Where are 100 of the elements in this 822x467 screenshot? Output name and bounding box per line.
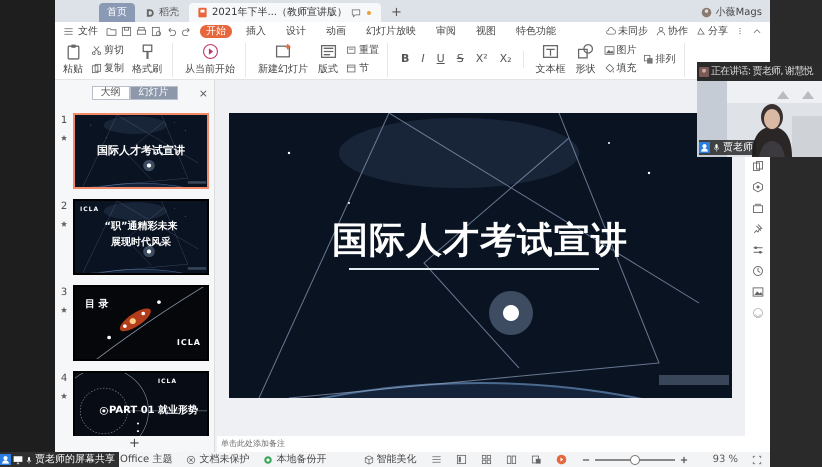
hexagon-icon[interactable] — [752, 181, 764, 193]
pin-icon[interactable] — [752, 223, 764, 235]
d-logo-icon — [145, 8, 155, 18]
slide-title: PART 01 就业形势 — [109, 404, 198, 418]
slide-number: 4 — [60, 372, 68, 386]
new-tab-button[interactable]: + — [383, 3, 410, 22]
stack-icon[interactable] — [752, 202, 764, 214]
menu-tab[interactable]: 审阅 — [430, 24, 462, 38]
speaking-indicator: 正在讲话: 贾老师, 谢慧悦 — [711, 64, 813, 79]
play-icon — [202, 42, 218, 60]
ribbon-button[interactable]: 形状 — [574, 42, 598, 76]
grid-view-icon[interactable] — [480, 454, 492, 465]
menu-tab[interactable]: 幻灯片放映 — [360, 24, 422, 38]
play-icon[interactable] — [556, 454, 567, 465]
menu-tab[interactable]: 视图 — [470, 24, 502, 38]
format-button[interactable]: B — [398, 51, 412, 68]
panel-tab[interactable]: 大纲 — [92, 86, 130, 100]
book-icon[interactable] — [506, 454, 517, 465]
image-icon[interactable] — [752, 286, 764, 298]
format-button[interactable]: X² — [472, 51, 491, 68]
toolbar-action[interactable]: 未同步 — [606, 24, 648, 38]
list-view-icon[interactable] — [430, 454, 442, 465]
slide-thumbnail[interactable]: 目 录 ICLA — [73, 285, 209, 361]
slide-title: 国际人才考试宣讲 — [332, 221, 628, 261]
reset-icon — [346, 45, 357, 56]
unsaved-dot-icon — [365, 8, 373, 16]
clipboard-icon — [64, 42, 82, 60]
status-item[interactable]: 文档未保护 — [186, 452, 250, 467]
presentation-file-icon — [197, 7, 208, 18]
menu-tab[interactable]: 插入 — [240, 24, 272, 38]
comment-icon — [351, 8, 361, 18]
copy-icon[interactable] — [752, 160, 764, 172]
beautify-button[interactable]: 智能美化 — [364, 452, 417, 467]
undo-icon[interactable] — [166, 26, 177, 36]
toolbar-action[interactable]: 协作 — [656, 24, 688, 38]
print-icon[interactable] — [136, 26, 147, 36]
animation-star-icon — [60, 392, 68, 400]
animation-star-icon — [60, 134, 68, 142]
ribbon-button[interactable]: 节 — [346, 61, 379, 76]
format-button[interactable]: I — [418, 51, 428, 68]
ribbon-button[interactable]: 填充 — [604, 61, 637, 76]
format-button[interactable]: X₂ — [496, 51, 515, 68]
menu-tab[interactable]: 动画 — [320, 24, 352, 38]
menu-icon[interactable] — [63, 26, 74, 36]
document-tab[interactable]: 2021年下半...（教师宣讲版） — [189, 3, 381, 22]
redo-icon[interactable] — [181, 26, 192, 36]
menu-tab[interactable]: 设计 — [280, 24, 312, 38]
zoom-slider-thumb[interactable] — [630, 454, 640, 464]
format-button[interactable]: U — [434, 51, 448, 68]
toolbar-action[interactable]: 分享 — [696, 24, 728, 38]
layout-icon — [320, 42, 336, 60]
animation-star-icon — [60, 306, 68, 314]
share-label: 贾老师的屏幕共享 — [35, 452, 115, 467]
ribbon-button[interactable]: 复制 — [91, 61, 124, 76]
fit-window-icon[interactable] — [752, 454, 762, 464]
slide-subtitle: 展现时代风采 — [110, 236, 172, 250]
ribbon-button[interactable]: 新建幻灯片 — [256, 42, 310, 76]
scissors-icon — [91, 45, 102, 56]
ribbon-button[interactable]: 图片 — [604, 43, 637, 58]
ribbon-button[interactable]: 文本框 — [534, 42, 568, 76]
ribbon-button[interactable]: 版式 — [316, 42, 340, 76]
section-icon — [346, 63, 357, 74]
ribbon-button[interactable]: 排列 — [642, 52, 676, 67]
file-menu[interactable]: 文件 — [78, 24, 98, 38]
status-item[interactable]: 本地备份开 — [263, 452, 326, 467]
slide-number: 1 — [60, 114, 68, 128]
person-icon — [656, 26, 666, 36]
zoom-in-icon[interactable] — [678, 454, 689, 464]
menu-tab[interactable]: 特色功能 — [510, 24, 562, 38]
folder-icon[interactable] — [106, 26, 117, 36]
arrange-icon — [642, 54, 654, 65]
notes-field[interactable]: 单击此处添加备注 — [217, 436, 745, 452]
normal-view-icon[interactable] — [456, 454, 467, 465]
sliders-icon[interactable] — [752, 244, 764, 256]
slide-thumbnail[interactable]: 国际人才考试宣讲 — [73, 113, 209, 189]
ribbon-button[interactable]: 从当前开始 — [183, 42, 237, 76]
zoom-reading: 93 % — [712, 453, 738, 467]
save-icon[interactable] — [121, 26, 132, 36]
cloud-icon — [606, 26, 616, 36]
ribbon-button[interactable]: 剪切 — [91, 43, 124, 58]
slide-title: 目 录 — [85, 298, 108, 312]
fill-icon — [604, 63, 615, 74]
preview-icon[interactable] — [151, 26, 162, 36]
document-tab[interactable]: 稻壳 — [137, 3, 187, 22]
status-item[interactable]: Office 主题 — [120, 452, 172, 467]
add-slide-button[interactable]: + — [129, 434, 140, 454]
logo-text: ICLA — [176, 337, 201, 349]
avatar-icon — [700, 7, 712, 18]
microphone-icon — [25, 454, 33, 464]
format-button[interactable]: S — [454, 51, 467, 68]
user-name[interactable]: 小薇Mags — [716, 5, 762, 20]
ribbon-button[interactable]: 粘贴 — [61, 42, 85, 76]
notes-view-icon[interactable] — [530, 454, 542, 465]
history-icon[interactable] — [752, 265, 764, 277]
ribbon-button[interactable]: 重置 — [346, 43, 379, 58]
new-slide-icon — [274, 42, 292, 60]
picture-icon — [604, 45, 615, 56]
close-button[interactable]: × — [198, 86, 208, 102]
slide-number: 3 — [60, 286, 68, 300]
ribbon-button[interactable]: 格式刷 — [130, 42, 164, 76]
